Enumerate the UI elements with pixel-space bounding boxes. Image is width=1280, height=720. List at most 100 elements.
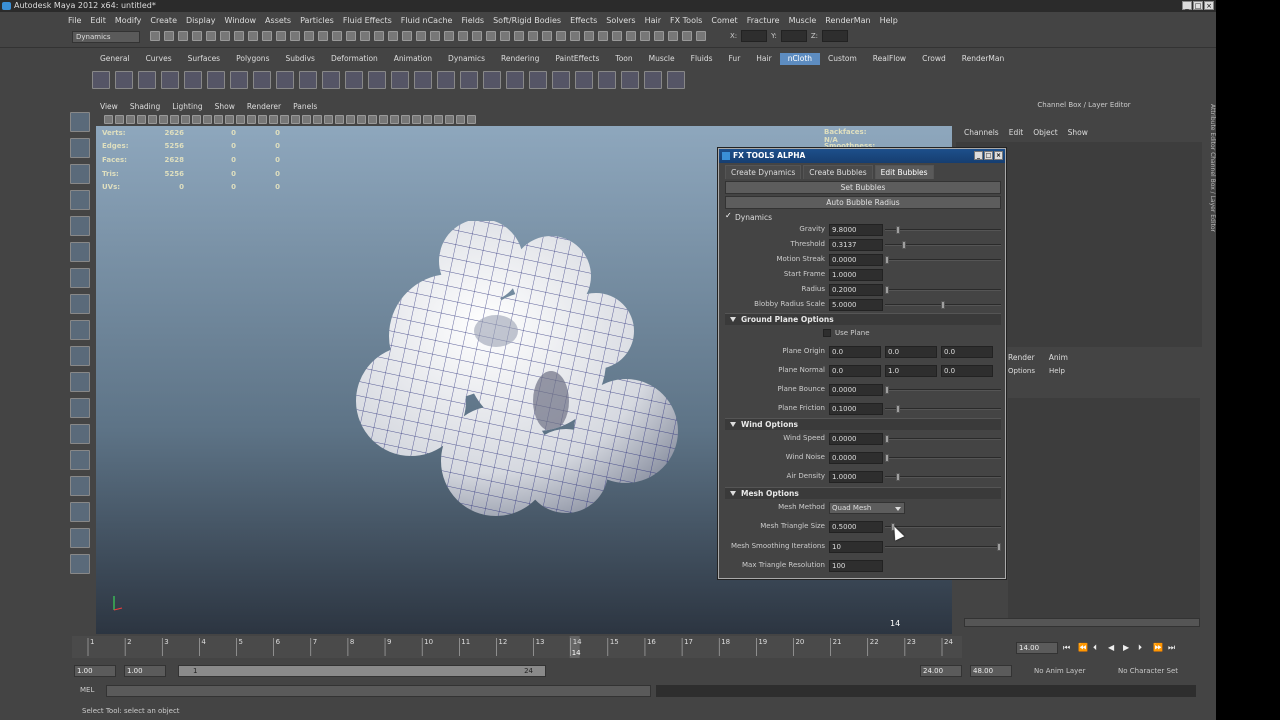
status-tool-icon[interactable] (598, 31, 608, 41)
tool-icon[interactable] (70, 398, 90, 418)
menu-solvers[interactable]: Solvers (606, 16, 635, 25)
layer-menu-help[interactable]: Help (1049, 367, 1065, 375)
status-tool-icon[interactable] (402, 31, 412, 41)
menu-assets[interactable]: Assets (265, 16, 291, 25)
status-tool-icon[interactable] (640, 31, 650, 41)
shelf-tool-icon[interactable] (552, 71, 570, 89)
status-tool-icon[interactable] (570, 31, 580, 41)
blobby-mesh[interactable] (346, 221, 696, 521)
status-tool-icon[interactable] (514, 31, 524, 41)
step-forward-frame-icon[interactable]: ⏵ (1138, 643, 1148, 653)
shelf-tool-icon[interactable] (460, 71, 478, 89)
viewport-tool-icon[interactable] (214, 115, 223, 124)
viewport-tool-icon[interactable] (335, 115, 344, 124)
shelf-tab-realflow[interactable]: RealFlow (865, 53, 914, 65)
shelf-tool-icon[interactable] (230, 71, 248, 89)
plane-friction-field[interactable]: 0.1000 (829, 403, 883, 415)
shelf-tool-icon[interactable] (437, 71, 455, 89)
menu-muscle[interactable]: Muscle (789, 16, 817, 25)
slider-thumb[interactable] (885, 386, 889, 394)
slider-thumb[interactable] (885, 286, 889, 294)
slider-thumb[interactable] (896, 226, 900, 234)
status-tool-icon[interactable] (444, 31, 454, 41)
start-frame-field[interactable]: 1.0000 (829, 269, 883, 281)
status-tool-icon[interactable] (668, 31, 678, 41)
tool-icon[interactable] (70, 190, 90, 210)
viewport-menu-renderer[interactable]: Renderer (247, 102, 281, 111)
status-tool-icon[interactable] (276, 31, 286, 41)
tool-icon[interactable] (70, 424, 90, 444)
menu-hair[interactable]: Hair (645, 16, 661, 25)
slider-thumb[interactable] (885, 454, 889, 462)
tool-icon[interactable] (70, 346, 90, 366)
menu-create[interactable]: Create (150, 16, 177, 25)
step-back-frame-icon[interactable]: ⏴ (1093, 643, 1103, 653)
plane-origin-z-field[interactable]: 0.0 (941, 346, 993, 358)
shelf-tool-icon[interactable] (115, 71, 133, 89)
shelf-tab-surfaces[interactable]: Surfaces (180, 53, 228, 65)
viewport-tool-icon[interactable] (247, 115, 256, 124)
viewport-tool-icon[interactable] (258, 115, 267, 124)
status-tool-icon[interactable] (234, 31, 244, 41)
shelf-tool-icon[interactable] (506, 71, 524, 89)
viewport-tool-icon[interactable] (434, 115, 443, 124)
status-tool-icon[interactable] (430, 31, 440, 41)
wind-noise-slider[interactable] (885, 454, 1001, 462)
viewport-menu-shading[interactable]: Shading (130, 102, 160, 111)
go-to-start-icon[interactable]: ⏮ (1063, 643, 1073, 653)
threshold-field[interactable]: 0.3137 (829, 239, 883, 251)
go-to-end-icon[interactable]: ⏭ (1168, 643, 1178, 653)
fx-tab-create-bubbles[interactable]: Create Bubbles (803, 165, 873, 179)
shelf-tool-icon[interactable] (644, 71, 662, 89)
menu-renderman[interactable]: RenderMan (825, 16, 870, 25)
command-input[interactable] (106, 685, 651, 697)
menu-help[interactable]: Help (880, 16, 898, 25)
shelf-tool-icon[interactable] (184, 71, 202, 89)
shelf-tool-icon[interactable] (667, 71, 685, 89)
step-back-key-icon[interactable]: ⏪ (1078, 643, 1088, 653)
plane-bounce-field[interactable]: 0.0000 (829, 384, 883, 396)
status-tool-icon[interactable] (304, 31, 314, 41)
tool-icon[interactable] (70, 138, 90, 158)
tool-icon[interactable] (70, 450, 90, 470)
ground-plane-section[interactable]: Ground Plane Options (725, 313, 1001, 325)
tool-icon[interactable] (70, 320, 90, 340)
step-forward-key-icon[interactable]: ⏩ (1153, 643, 1163, 653)
shelf-tool-icon[interactable] (483, 71, 501, 89)
viewport-tool-icon[interactable] (203, 115, 212, 124)
wind-section[interactable]: Wind Options (725, 418, 1001, 430)
start-time-field[interactable]: 1.00 (74, 665, 116, 677)
max-triangle-resolution-field[interactable]: 100 (829, 560, 883, 572)
slider-thumb[interactable] (885, 435, 889, 443)
viewport-tool-icon[interactable] (313, 115, 322, 124)
menu-fluid-ncache[interactable]: Fluid nCache (401, 16, 453, 25)
tool-icon[interactable] (70, 268, 90, 288)
viewport-tool-icon[interactable] (159, 115, 168, 124)
status-tool-icon[interactable] (654, 31, 664, 41)
status-tool-icon[interactable] (472, 31, 482, 41)
status-tool-icon[interactable] (262, 31, 272, 41)
shelf-tab-dynamics[interactable]: Dynamics (440, 53, 493, 65)
status-tool-icon[interactable] (192, 31, 202, 41)
status-tool-icon[interactable] (500, 31, 510, 41)
channel-box-menu-show[interactable]: Show (1068, 128, 1088, 137)
minimize-button[interactable]: _ (1182, 1, 1192, 10)
shelf-tool-icon[interactable] (368, 71, 386, 89)
plane-normal-x-field[interactable]: 0.0 (829, 365, 881, 377)
tool-icon[interactable] (70, 372, 90, 392)
viewport-menu-show[interactable]: Show (215, 102, 235, 111)
motion-streak-field[interactable]: 0.0000 (829, 254, 883, 266)
shelf-tool-icon[interactable] (92, 71, 110, 89)
shelf-tab-painteffects[interactable]: PaintEffects (547, 53, 607, 65)
menu-window[interactable]: Window (225, 16, 257, 25)
status-tool-icon[interactable] (458, 31, 468, 41)
end-time-field[interactable]: 48.00 (970, 665, 1012, 677)
air-density-slider[interactable] (885, 473, 1001, 481)
status-tool-icon[interactable] (220, 31, 230, 41)
shelf-tool-icon[interactable] (345, 71, 363, 89)
fx-maximize-button[interactable]: □ (984, 151, 993, 160)
channel-box-menu-channels[interactable]: Channels (964, 128, 999, 137)
shelf-tab-rendering[interactable]: Rendering (493, 53, 547, 65)
wind-noise-field[interactable]: 0.0000 (829, 452, 883, 464)
viewport-menu-view[interactable]: View (100, 102, 118, 111)
